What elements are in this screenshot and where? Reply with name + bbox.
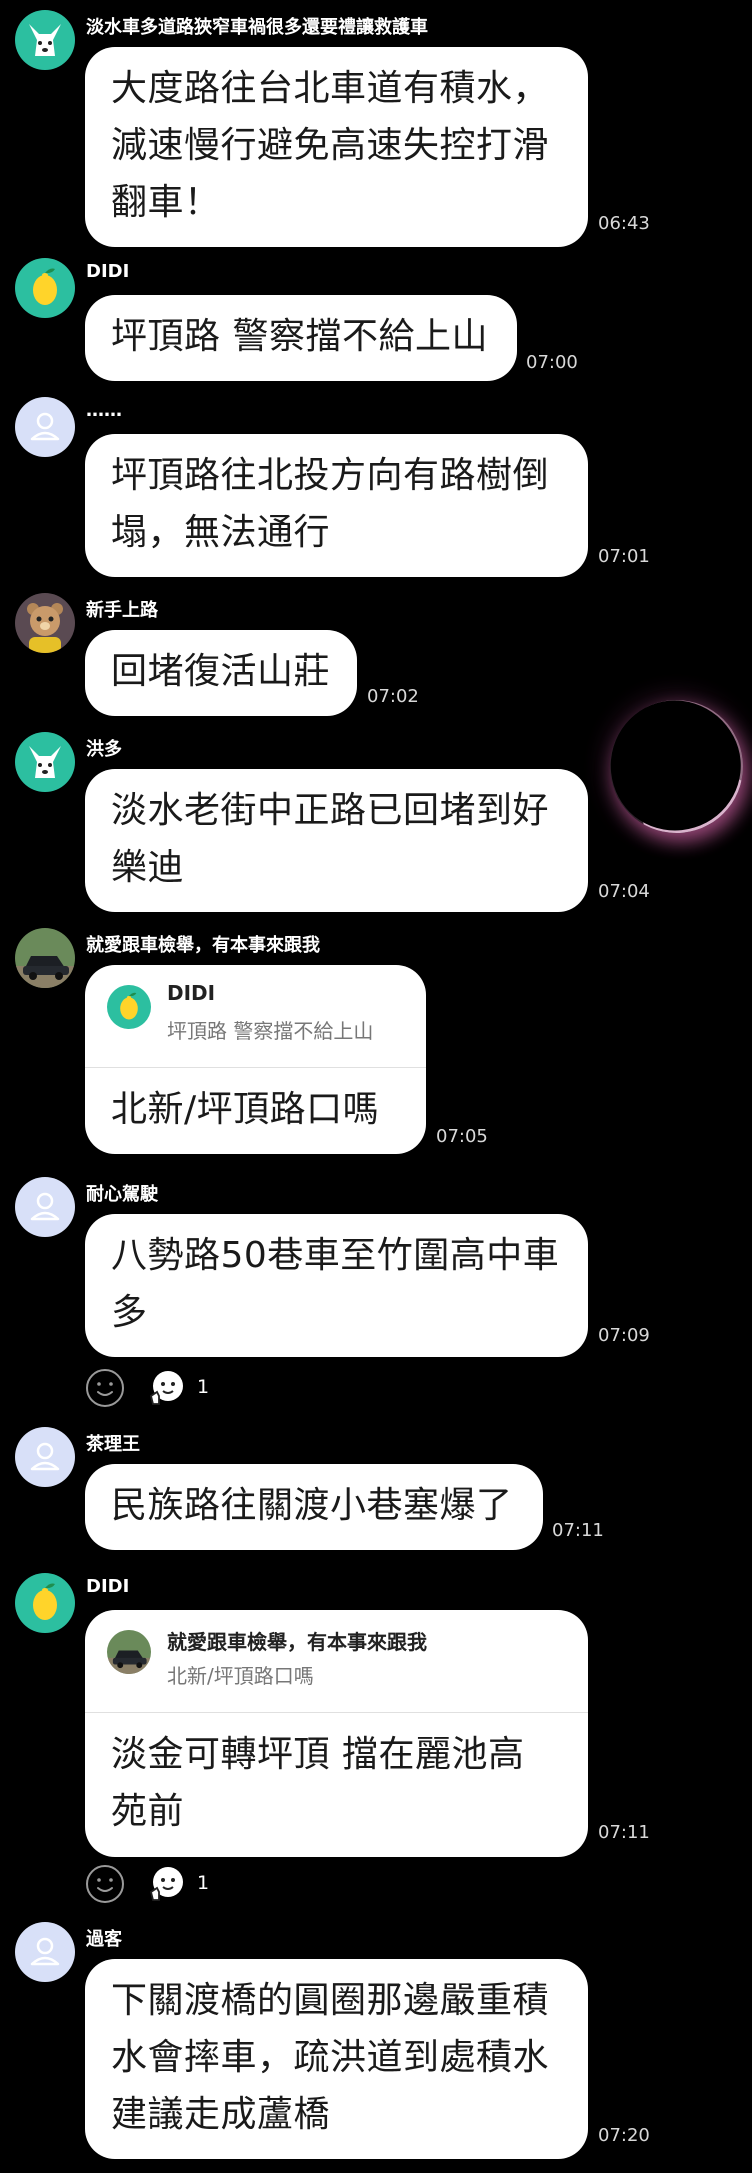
message-timestamp: 07:02	[367, 686, 419, 707]
message-timestamp: 07:00	[526, 352, 578, 373]
car-avatar-icon	[107, 1630, 151, 1674]
sender-name[interactable]: 新手上路	[86, 596, 158, 622]
message-line: 淡金可轉坪頂 擋在麗池高	[111, 1734, 525, 1775]
default-person-avatar-icon[interactable]	[15, 1427, 75, 1487]
message-line: 水會摔車，疏洪道到處積水	[111, 2037, 550, 2078]
message-line: 塌，無法通行	[111, 512, 331, 553]
message-text: 坪頂路往北投方向有路樹倒 塌，無法通行	[85, 434, 588, 573]
message-line: 回堵復活山莊	[111, 651, 331, 692]
message-line: 多	[111, 1292, 148, 1333]
message-timestamp: 07:01	[598, 546, 650, 567]
message-line: 民族路往關渡小巷塞爆了	[111, 1485, 513, 1526]
message-line: 減速慢行避免高速失控打滑	[111, 125, 550, 166]
lemon-avatar-icon	[107, 985, 151, 1029]
message-timestamp: 06:43	[598, 213, 650, 234]
message-bubble[interactable]: 就愛跟車檢舉，有本事來跟我 北新/坪頂路口嗎 淡金可轉坪頂 擋在麗池高 苑前	[85, 1610, 588, 1857]
message-text: 大度路往台北車道有積水， 減速慢行避免高速失控打滑 翻車！	[85, 47, 588, 243]
reaction-count: 1	[197, 1872, 210, 1894]
sender-name[interactable]: 茶理王	[86, 1430, 140, 1456]
thumbs-up-emoji-icon[interactable]	[147, 1368, 187, 1408]
message-bubble[interactable]: 坪頂路往北投方向有路樹倒 塌，無法通行	[85, 434, 588, 577]
sender-name[interactable]: 洪多	[86, 735, 122, 761]
lemon-avatar-icon[interactable]	[15, 258, 75, 318]
reply-quoted-text: 北新/坪頂路口嗎	[167, 1664, 314, 1688]
default-person-avatar-icon[interactable]	[15, 397, 75, 457]
default-person-avatar-icon[interactable]	[15, 1922, 75, 1982]
message-text: 淡水老街中正路已回堵到好 樂迪	[85, 769, 588, 908]
sender-name[interactable]: 耐心駕駛	[86, 1180, 158, 1206]
message-bubble[interactable]: 下關渡橋的圓圈那邊嚴重積 水會摔車，疏洪道到處積水 建議走成蘆橋	[85, 1959, 588, 2159]
reply-sender-name: 就愛跟車檢舉，有本事來跟我	[167, 1630, 427, 1654]
reaction-count: 1	[197, 1376, 210, 1398]
message-text: 下關渡橋的圓圈那邊嚴重積 水會摔車，疏洪道到處積水 建議走成蘆橋	[85, 1959, 588, 2155]
message-line: 苑前	[111, 1791, 185, 1832]
bear-avatar-icon[interactable]	[15, 593, 75, 653]
message-line: 建議走成蘆橋	[111, 2094, 331, 2135]
message-line: 北新/坪頂路口嗎	[111, 1089, 380, 1130]
smile-add-icon[interactable]	[85, 1864, 125, 1904]
message-text: 北新/坪頂路口嗎	[85, 1068, 426, 1150]
sender-name[interactable]: 淡水車多道路狹窄車禍很多還要禮讓救護車	[86, 13, 428, 39]
message-timestamp: 07:20	[598, 2125, 650, 2146]
message-bubble[interactable]: 大度路往台北車道有積水， 減速慢行避免高速失控打滑 翻車！	[85, 47, 588, 247]
message-bubble[interactable]: DIDI 坪頂路 警察擋不給上山北新/坪頂路口嗎	[85, 965, 426, 1154]
message-line: 大度路往台北車道有積水，	[111, 68, 550, 109]
sender-name[interactable]: ……	[86, 400, 122, 421]
message-timestamp: 07:05	[436, 1126, 488, 1147]
background-eclipse-ring	[586, 676, 752, 857]
car-avatar-icon[interactable]	[15, 928, 75, 988]
sender-name[interactable]: DIDI	[86, 1576, 129, 1597]
sender-name[interactable]: DIDI	[86, 261, 129, 282]
message-text: 坪頂路 警察擋不給上山	[85, 295, 517, 377]
message-line: 坪頂路 警察擋不給上山	[111, 316, 488, 357]
dog-avatar-icon[interactable]	[15, 732, 75, 792]
message-line: 樂迪	[111, 847, 185, 888]
message-line: 坪頂路往北投方向有路樹倒	[111, 455, 550, 496]
smile-add-icon[interactable]	[85, 1368, 125, 1408]
reply-sender-name: DIDI	[167, 981, 216, 1005]
sender-name[interactable]: 過客	[86, 1925, 122, 1951]
message-line: 八勢路50巷車至竹圍高中車	[111, 1235, 560, 1276]
message-line: 翻車！	[111, 182, 221, 223]
reply-quote[interactable]: DIDI 坪頂路 警察擋不給上山	[85, 965, 426, 1068]
reply-quote[interactable]: 就愛跟車檢舉，有本事來跟我 北新/坪頂路口嗎	[85, 1610, 588, 1713]
message-bubble[interactable]: 民族路往關渡小巷塞爆了	[85, 1464, 543, 1550]
message-bubble[interactable]: 淡水老街中正路已回堵到好 樂迪	[85, 769, 588, 912]
message-text: 八勢路50巷車至竹圍高中車多	[85, 1214, 588, 1353]
message-timestamp: 07:04	[598, 881, 650, 902]
lemon-avatar-icon[interactable]	[15, 1573, 75, 1633]
message-timestamp: 07:11	[598, 1822, 650, 1843]
dog-avatar-icon[interactable]	[15, 10, 75, 70]
sender-name[interactable]: 就愛跟車檢舉，有本事來跟我	[86, 931, 320, 957]
default-person-avatar-icon[interactable]	[15, 1177, 75, 1237]
message-bubble[interactable]: 坪頂路 警察擋不給上山	[85, 295, 517, 381]
message-text: 回堵復活山莊	[85, 630, 357, 712]
message-text: 淡金可轉坪頂 擋在麗池高 苑前	[85, 1713, 588, 1852]
message-timestamp: 07:09	[598, 1325, 650, 1346]
thumbs-up-emoji-icon[interactable]	[147, 1864, 187, 1904]
reply-quoted-text: 坪頂路 警察擋不給上山	[167, 1019, 374, 1043]
message-timestamp: 07:11	[552, 1520, 604, 1541]
message-text: 民族路往關渡小巷塞爆了	[85, 1464, 543, 1546]
message-bubble[interactable]: 回堵復活山莊	[85, 630, 357, 716]
message-line: 下關渡橋的圓圈那邊嚴重積	[111, 1980, 550, 2021]
message-line: 淡水老街中正路已回堵到好	[111, 790, 550, 831]
message-bubble[interactable]: 八勢路50巷車至竹圍高中車多	[85, 1214, 588, 1357]
